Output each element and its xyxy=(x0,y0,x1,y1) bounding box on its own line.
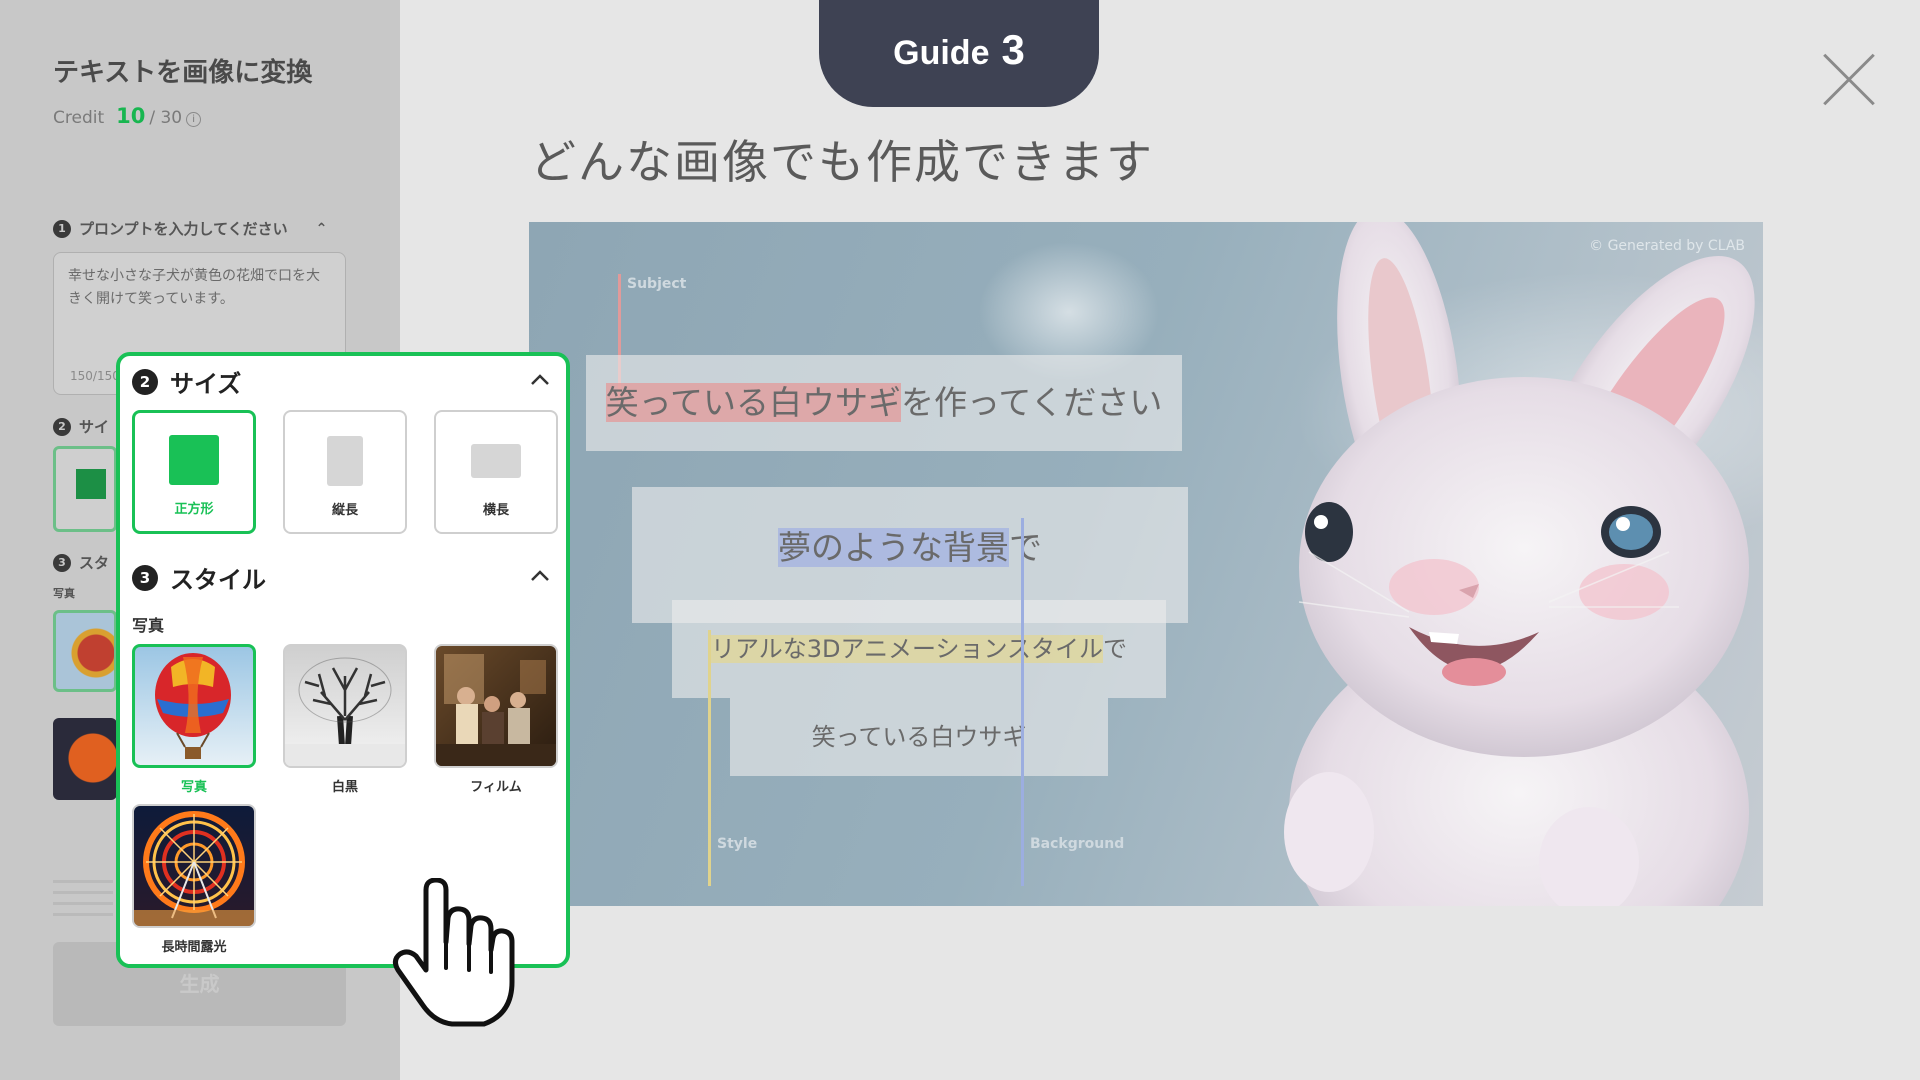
style-thumb-photo-bg[interactable] xyxy=(53,610,117,692)
prompt-step-label: プロンプトを入力してください xyxy=(79,220,288,238)
style-option-label: フィルム xyxy=(470,780,522,795)
settings-popup: 2 サイズ 正方形 縦長 横長 3 スタイル 写真 写真 白黒 フィルム 長時間… xyxy=(116,352,570,968)
guide-word: Guide xyxy=(893,34,990,72)
size-option-label: 縦長 xyxy=(331,503,358,518)
style-guide-line xyxy=(708,630,711,886)
background-guide-line xyxy=(1021,518,1024,886)
style-thumb-longexposure-bg[interactable] xyxy=(53,718,117,800)
credit-display: Credit 10/ 30 i xyxy=(53,104,202,128)
size-step-header[interactable]: 2 サイ xyxy=(53,416,109,437)
char-count: 150/150 xyxy=(70,369,120,383)
style-highlight: リアルな3Dアニメーションスタイル xyxy=(710,635,1104,663)
pointing-hand-icon xyxy=(392,878,515,1027)
style-category-label: 写真 xyxy=(53,587,75,600)
background-highlight: 夢のような背景 xyxy=(778,528,1009,567)
subject-rest: を作ってください xyxy=(900,383,1163,422)
size-option-label: 横長 xyxy=(482,503,509,518)
size-section-header[interactable]: 2 サイズ xyxy=(132,364,241,399)
prompt-line-style: リアルな3Dアニメーションスタイルで xyxy=(672,600,1166,698)
copyright-text: © Generated by CLAB xyxy=(1589,238,1745,254)
chevron-up-icon[interactable] xyxy=(528,566,552,584)
portrait-icon xyxy=(327,436,363,486)
size-step-number: 2 xyxy=(132,368,158,395)
size-option-landscape[interactable]: 横長 xyxy=(434,410,558,534)
size-option-label: 正方形 xyxy=(174,502,214,517)
guide-tab: Guide 3 xyxy=(819,0,1099,107)
style-option-label: 長時間露光 xyxy=(161,940,227,955)
chevron-up-icon[interactable]: ⌃ xyxy=(316,221,328,237)
square-icon xyxy=(169,435,219,485)
style-category-label: 写真 xyxy=(132,616,165,635)
style-option-monochrome[interactable]: 白黒 xyxy=(283,644,407,795)
step-number: 3 xyxy=(53,553,71,572)
style-step-number: 3 xyxy=(132,564,158,591)
background-rest: で xyxy=(1009,528,1042,567)
prompt-value: 幸せな小さな子犬が黄色の花畑で口を大きく開けて笑っています。 xyxy=(68,268,320,307)
style-step-label: スタ xyxy=(79,554,110,572)
step-number: 1 xyxy=(53,219,71,238)
style-step-header[interactable]: 3 スタ xyxy=(53,552,109,573)
background-label: Background xyxy=(1030,836,1125,852)
style-option-film[interactable]: フィルム xyxy=(434,644,558,795)
style-option-photo[interactable]: 写真 xyxy=(132,644,256,795)
prompt-line-base: 笑っている白ウサギ xyxy=(730,698,1108,776)
guide-number: 3 xyxy=(1001,26,1025,73)
style-option-label: 白黒 xyxy=(331,780,358,795)
example-image: © Generated by CLAB Subject 笑っている白ウサギを作っ… xyxy=(529,222,1763,906)
size-option-portrait[interactable]: 縦長 xyxy=(283,410,407,534)
size-section-title: サイズ xyxy=(170,370,242,398)
square-shape xyxy=(76,469,106,499)
size-step-label: サイ xyxy=(79,418,110,436)
bare-tree-icon xyxy=(283,644,407,768)
style-section-header[interactable]: 3 スタイル xyxy=(132,560,266,595)
prompt-line-subject: 笑っている白ウサギを作ってください xyxy=(586,355,1182,451)
family-room-photo-icon xyxy=(434,644,558,768)
landscape-icon xyxy=(471,444,521,478)
style-section-title: スタイル xyxy=(170,566,266,594)
style-label: Style xyxy=(717,836,758,852)
sidebar-title: テキストを画像に変換 xyxy=(53,58,313,88)
subject-label: Subject xyxy=(627,276,687,292)
step-number: 2 xyxy=(53,417,71,436)
credit-current: 10 xyxy=(116,104,146,128)
size-option-square-bg[interactable] xyxy=(53,446,117,532)
style-option-label: 写真 xyxy=(180,780,207,795)
style-rest: で xyxy=(1103,635,1128,663)
disclaimer-text xyxy=(53,880,113,920)
credit-total: / 30 xyxy=(149,108,183,128)
info-icon[interactable]: i xyxy=(186,112,202,127)
prompt-step-header[interactable]: 1 プロンプトを入力してください ⌃ xyxy=(53,218,327,239)
guide-headline: どんな画像でも作成できます xyxy=(530,135,1154,189)
size-option-square[interactable]: 正方形 xyxy=(132,410,256,534)
style-option-long-exposure[interactable]: 長時間露光 xyxy=(132,804,256,955)
subject-highlight: 笑っている白ウサギ xyxy=(605,383,901,422)
credit-label: Credit xyxy=(53,108,105,128)
ferris-wheel-icon xyxy=(132,804,256,928)
close-button[interactable] xyxy=(1822,52,1876,106)
hot-air-balloon-icon xyxy=(132,644,256,768)
chevron-up-icon[interactable] xyxy=(528,370,552,388)
